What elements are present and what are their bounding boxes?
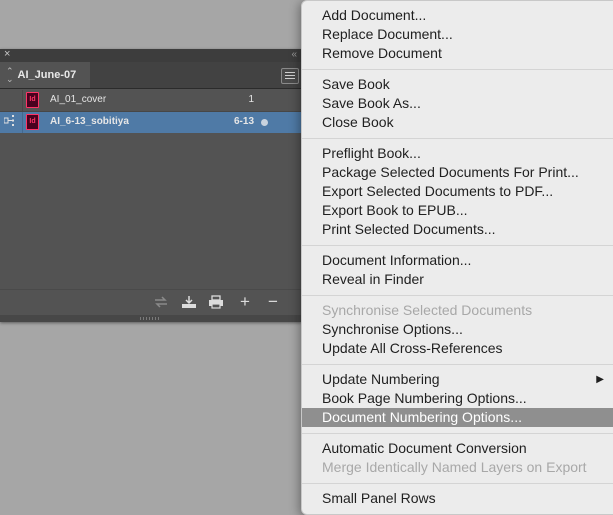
add-icon[interactable]: + — [236, 293, 254, 310]
menu-item-replace-document[interactable]: Replace Document... — [302, 25, 613, 44]
menu-item-document-information[interactable]: Document Information... — [302, 251, 613, 270]
menu-item-add-document[interactable]: Add Document... — [302, 6, 613, 25]
indesign-document-icon: Id — [26, 114, 39, 130]
menu-item-synchronise-options[interactable]: Synchronise Options... — [302, 320, 613, 339]
menu-separator — [302, 364, 613, 365]
remove-icon[interactable]: − — [264, 293, 282, 310]
panel-menu-button[interactable] — [281, 68, 299, 84]
menu-item-document-numbering-options[interactable]: Document Numbering Options... — [302, 408, 613, 427]
document-page-range: 1 — [248, 94, 254, 105]
menu-item-save-book-as[interactable]: Save Book As... — [302, 94, 613, 113]
tab-reorder-icon: ⌃ ⌄ — [6, 66, 14, 84]
menu-item-reveal-in-finder[interactable]: Reveal in Finder — [302, 270, 613, 289]
menu-item-update-all-cross-references[interactable]: Update All Cross-References — [302, 339, 613, 358]
menu-separator — [302, 245, 613, 246]
indesign-document-icon: Id — [26, 92, 39, 108]
menu-item-close-book[interactable]: Close Book — [302, 113, 613, 132]
menu-item-save-book[interactable]: Save Book — [302, 75, 613, 94]
document-name: AI_01_cover — [50, 94, 107, 105]
print-icon[interactable] — [207, 294, 225, 310]
sync-styles-icon[interactable] — [152, 294, 170, 310]
menu-item-merge-identically-named-layers-on-export[interactable]: Merge Identically Named Layers on Export — [302, 458, 613, 477]
menu-item-package-selected-documents-for-print[interactable]: Package Selected Documents For Print... — [302, 163, 613, 182]
document-page-range: 6-13 — [233, 116, 254, 127]
menu-item-export-book-to-epub[interactable]: Export Book to EPUB... — [302, 201, 613, 220]
submenu-arrow-icon: ▶ — [596, 374, 604, 385]
close-panel-icon[interactable]: × — [4, 48, 10, 61]
document-open-indicator — [261, 119, 268, 126]
panel-tab-bar: ⌃ ⌄ AI_June-07 — [0, 62, 302, 89]
document-name: AI_6-13_sobitiya — [50, 116, 129, 127]
panel-resize-grip[interactable] — [0, 315, 302, 322]
menu-item-remove-document[interactable]: Remove Document — [302, 44, 613, 63]
menu-item-synchronise-selected-documents[interactable]: Synchronise Selected Documents — [302, 301, 613, 320]
book-panel: × « ⌃ ⌄ AI_June-07 Id AI_01_cover 1 Id A… — [0, 48, 302, 322]
menu-item-book-page-numbering-options[interactable]: Book Page Numbering Options... — [302, 389, 613, 408]
menu-separator — [302, 433, 613, 434]
menu-separator — [302, 483, 613, 484]
add-document-icon[interactable] — [180, 294, 198, 310]
menu-item-small-panel-rows[interactable]: Small Panel Rows — [302, 489, 613, 508]
collapse-panel-icon[interactable]: « — [291, 48, 296, 61]
tab-book[interactable]: ⌃ ⌄ AI_June-07 — [0, 62, 90, 88]
panel-footer: + − — [0, 289, 302, 316]
document-row[interactable]: Id AI_01_cover 1 — [0, 90, 302, 111]
tab-book-label: AI_June-07 — [17, 69, 77, 81]
style-source-icon — [4, 115, 14, 126]
style-source-column[interactable] — [0, 90, 23, 111]
menu-item-preflight-book[interactable]: Preflight Book... — [302, 144, 613, 163]
menu-separator — [302, 295, 613, 296]
menu-separator — [302, 69, 613, 70]
menu-item-automatic-document-conversion[interactable]: Automatic Document Conversion — [302, 439, 613, 458]
menu-item-update-numbering[interactable]: Update Numbering ▶ — [302, 370, 613, 389]
style-source-column[interactable] — [0, 112, 23, 133]
book-panel-flyout-menu: Add Document... Replace Document... Remove… — [301, 0, 613, 515]
document-row-selected[interactable]: Id AI_6-13_sobitiya 6-13 — [0, 112, 302, 133]
menu-item-print-selected-documents[interactable]: Print Selected Documents... — [302, 220, 613, 239]
panel-title-bar: × « — [0, 48, 302, 62]
menu-item-export-selected-documents-to-pdf[interactable]: Export Selected Documents to PDF... — [302, 182, 613, 201]
menu-separator — [302, 138, 613, 139]
